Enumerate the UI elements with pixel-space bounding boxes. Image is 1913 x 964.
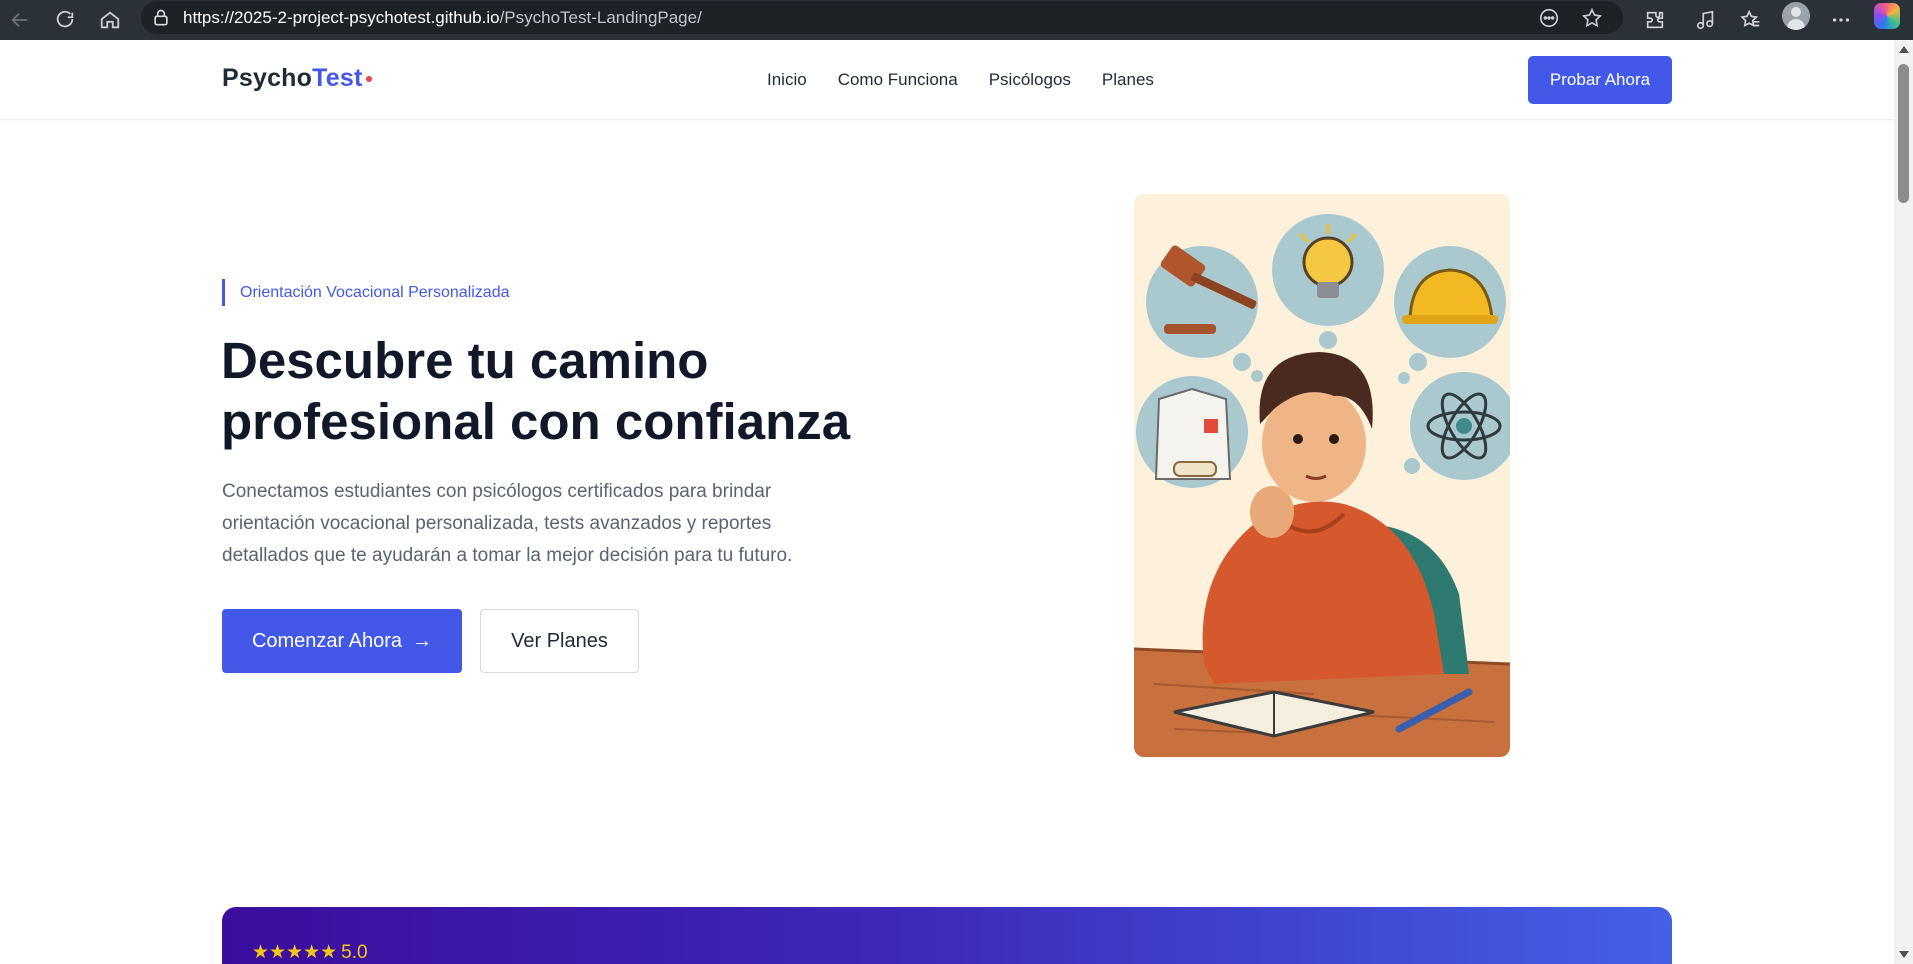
url-text[interactable]: https://2025-2-project-psychotest.github… <box>183 8 702 28</box>
home-icon[interactable] <box>94 4 126 36</box>
rating-display: ★★★★★ 5.0 <box>252 941 368 964</box>
rating-banner: ★★★★★ 5.0 <box>222 907 1672 964</box>
site-header: PsychoTest Inicio Como Funciona Psicólog… <box>0 40 1894 120</box>
ver-planes-button[interactable]: Ver Planes <box>480 609 639 673</box>
hero-eyebrow: Orientación Vocacional Personalizada <box>222 279 510 306</box>
address-bar[interactable]: https://2025-2-project-psychotest.github… <box>141 1 1623 34</box>
media-icon[interactable] <box>1690 4 1722 36</box>
star-rating-icon: ★★★★★ <box>252 942 338 963</box>
student-thinking-image <box>1134 194 1510 757</box>
scroll-down-arrow-icon[interactable] <box>1899 951 1909 958</box>
url-host: https://2025-2-project-psychotest.github… <box>183 8 500 27</box>
lightbulb-icon <box>1272 214 1384 326</box>
page-viewport: PsychoTest Inicio Como Funciona Psicólog… <box>0 40 1894 964</box>
hero-illustration-student <box>1134 194 1510 757</box>
extensions-icon[interactable] <box>1639 4 1671 36</box>
reload-icon[interactable] <box>49 4 81 36</box>
hero-title-line-1: Descubre tu camino <box>221 332 709 389</box>
hard-hat-icon <box>1394 246 1506 358</box>
lock-icon <box>154 9 168 26</box>
nav-link-psicologos[interactable]: Psicólogos <box>989 70 1071 90</box>
copilot-icon[interactable] <box>1874 3 1900 29</box>
rating-value: 5.0 <box>341 942 368 963</box>
logo-text-psycho: Psycho <box>222 64 313 92</box>
probar-ahora-button[interactable]: Probar Ahora <box>1528 56 1672 104</box>
main-nav: Inicio Como Funciona Psicólogos Planes <box>767 70 1154 90</box>
logo-dot <box>365 76 372 82</box>
profile-avatar[interactable] <box>1782 2 1810 30</box>
doctor-coat-icon <box>1136 376 1248 488</box>
url-path: /PsychoTest-LandingPage/ <box>499 8 702 27</box>
comenzar-ahora-button[interactable]: Comenzar Ahora → <box>222 609 462 673</box>
nav-link-como-funciona[interactable]: Como Funciona <box>838 70 958 90</box>
favorites-icon[interactable] <box>1735 4 1767 36</box>
logo-text-test: Test <box>312 64 363 92</box>
hero-title: Descubre tu camino profesional con confi… <box>221 330 921 452</box>
scrollbar-thumb[interactable] <box>1898 64 1909 203</box>
scroll-up-arrow-icon[interactable] <box>1899 46 1909 53</box>
browser-toolbar: https://2025-2-project-psychotest.github… <box>0 0 1913 40</box>
more-menu-icon[interactable] <box>1825 4 1857 36</box>
back-icon[interactable] <box>4 4 36 36</box>
reader-mode-icon[interactable] <box>1538 7 1560 29</box>
hero-title-line-2: profesional con confianza <box>221 393 851 450</box>
arrow-right-icon: → <box>412 629 433 652</box>
hero-subtitle: Conectamos estudiantes con psicólogos ce… <box>222 481 793 566</box>
favorite-star-icon[interactable] <box>1581 7 1603 29</box>
nav-link-inicio[interactable]: Inicio <box>767 70 807 90</box>
comenzar-ahora-label: Comenzar Ahora <box>251 629 403 652</box>
page-scrollbar[interactable] <box>1894 40 1913 964</box>
nav-link-planes[interactable]: Planes <box>1102 70 1154 90</box>
logo[interactable]: PsychoTest <box>222 64 372 93</box>
